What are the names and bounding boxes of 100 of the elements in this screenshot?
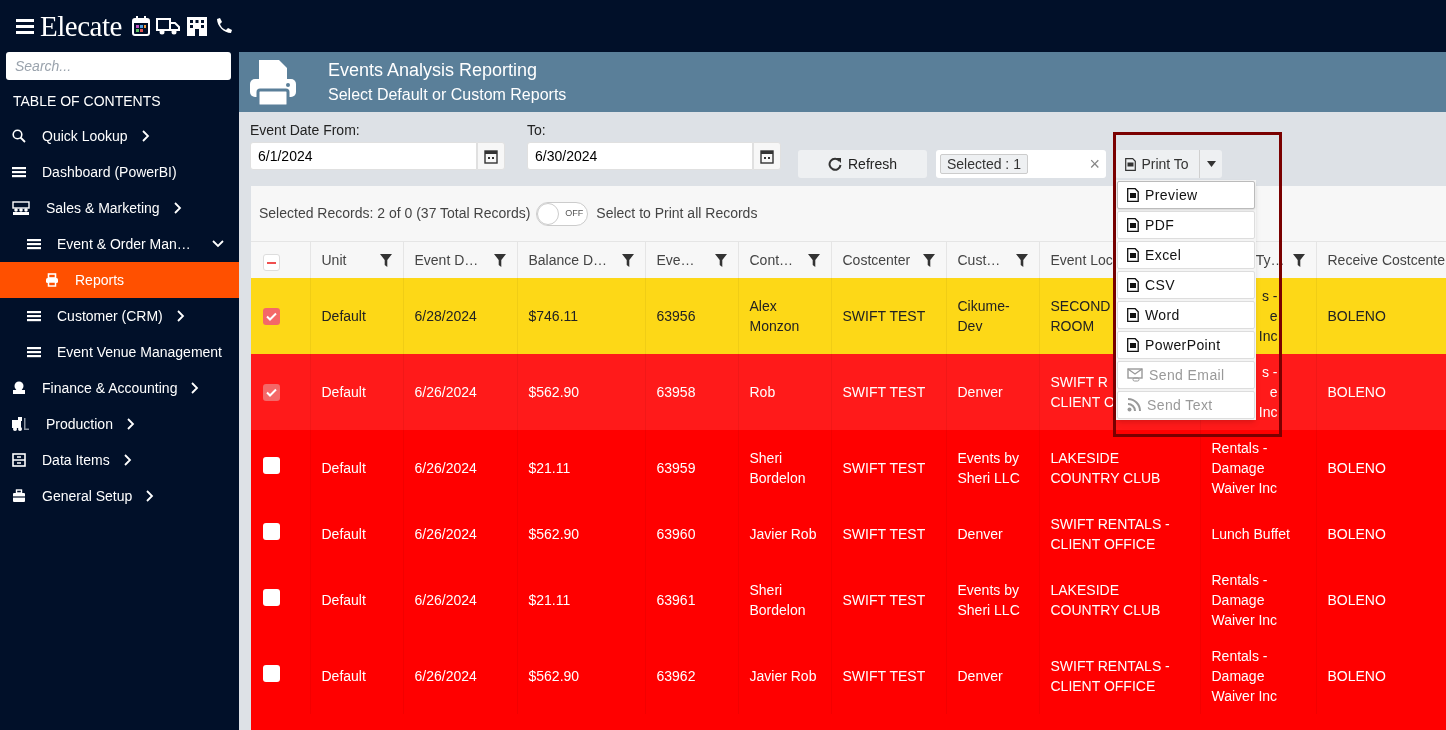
table-cell: Sheri Bordelon [749,450,806,486]
page-title: Events Analysis Reporting [328,59,539,81]
table-cell: s - e Inc [1258,288,1278,344]
forklift-icon [12,417,30,431]
chevron-down-icon[interactable] [212,238,224,250]
sidebar-item[interactable]: Dashboard (PowerBI) [0,154,239,190]
dropdown-button[interactable] [1200,150,1222,178]
table-cell: $562.90 [528,384,580,400]
logo[interactable]: Elecate [40,11,122,41]
table-row[interactable]: Default 6/26/2024 $21.11 63959 Sheri Bordelon SWIFT TEST Events by Sheri LLC LAKESIDE COUNTRY CLUB Rentals - Damage Waiver Inc BOLENO [251,430,1446,506]
calendar-icon[interactable] [760,148,774,164]
sidebar-item[interactable]: Event Venue Management [0,334,239,370]
menu-item[interactable]: CSV [1117,271,1255,299]
chevron-right-icon[interactable] [174,310,187,322]
table-cell: Alex Monzon [749,298,800,334]
print-to-button[interactable]: Print To [1115,150,1200,178]
filter-icon[interactable] [1292,253,1305,267]
table-cell: Events by Sheri LLC [957,450,1020,486]
table-cell: LAKESIDE COUNTRY CLUB [1050,582,1161,618]
selection-field[interactable]: Selected : 1 × [936,150,1106,178]
building-icon[interactable] [185,16,208,36]
filter-icon[interactable] [621,253,634,267]
date-field[interactable]: 6/30/2024 [527,142,753,170]
truck-icon[interactable] [155,16,180,36]
people-icon [12,201,30,215]
date-field[interactable]: 6/1/2024 [250,142,477,170]
row-checkbox[interactable] [263,588,280,606]
menu-item[interactable]: Excel [1117,241,1255,269]
calendar-icon[interactable] [484,148,498,164]
calendar-icon[interactable] [131,16,150,36]
menu-icon [27,309,41,323]
filter-icon[interactable] [714,253,727,267]
table-cell: Rentals - Damage Waiver Inc [1211,440,1278,496]
filter-icon[interactable] [493,253,506,267]
table-row[interactable]: Default 6/26/2024 $562.90 63962 Javier Rob SWIFT TEST Denver SWIFT RENTALS - CLIENT OFFICE Rentals - Damage Waiver Inc BOLENO [251,638,1446,714]
menu-icon [12,165,26,179]
table-cell: BOLENO [1327,308,1386,324]
table-cell: LAKESIDE COUNTRY CLUB [1050,450,1161,486]
sidebar-heading: TABLE OF CONTENTS [12,92,162,111]
table-cell: SWIFT TEST [842,592,926,608]
table-cell: Default [321,526,366,542]
sidebar-item[interactable]: Quick Lookup [0,118,239,154]
document-icon [1127,308,1139,322]
print-all-toggle[interactable]: OFF [536,201,589,226]
row-checkbox[interactable] [263,456,280,474]
row-checkbox[interactable] [263,664,280,682]
menu-icon [27,345,41,359]
menu-item[interactable]: Preview [1117,181,1255,209]
sidebar-item[interactable]: Finance & Accounting [0,370,239,406]
chevron-right-icon[interactable] [124,418,137,430]
search-field[interactable]: Search... [6,52,231,80]
select-all-checkbox[interactable] [263,254,280,272]
sidebar-item[interactable]: Event & Order Man… [0,226,239,262]
table-cell: Default [321,384,366,400]
table-row[interactable]: Default 6/26/2024 $562.90 63960 Javier Rob SWIFT TEST Denver SWIFT RENTALS - CLIENT OFFICE Lunch Buffet BOLENO [251,506,1446,562]
menu-item[interactable]: Word [1117,301,1255,329]
filter-icon[interactable] [807,253,820,267]
table-cell: 63959 [656,460,696,476]
menu-icon[interactable] [16,18,34,34]
table-cell: Rentals - Damage Waiver Inc [1211,572,1278,628]
table-cell: Default [321,592,366,608]
table-cell: 6/26/2024 [414,592,477,608]
cabinet-icon [12,453,26,467]
table-cell: SWIFT TEST [842,668,926,684]
refresh-button[interactable]: Refresh [798,150,927,178]
table-cell: Default [321,668,366,684]
sidebar-item[interactable]: Sales & Marketing [0,190,239,226]
filter-icon[interactable] [379,253,392,267]
menu-item[interactable]: PowerPoint [1117,331,1255,359]
table-cell: Javier Rob [749,526,817,542]
table-cell: Rob [749,384,776,400]
row-checkbox[interactable] [263,522,280,540]
chevron-right-icon[interactable] [139,130,152,142]
sidebar-item[interactable]: Customer (CRM) [0,298,239,334]
row-checkbox[interactable] [263,307,280,325]
table-cell: $21.11 [528,592,571,608]
table-cell: 6/28/2024 [414,308,477,324]
table-cell: SWIFT RENTALS - CLIENT OFFICE [1050,658,1170,694]
sidebar-item[interactable]: Production [0,406,239,442]
selected-tag: Selected : 1 [940,154,1028,174]
document-icon [1127,188,1139,202]
table-cell: BOLENO [1327,460,1386,476]
sidebar-item[interactable]: General Setup [0,478,239,514]
table-cell: SWIFT TEST [842,460,926,476]
filter-icon[interactable] [1015,253,1028,267]
table-cell: Denver [957,668,1003,684]
table-row[interactable]: Default 6/26/2024 $21.11 63961 Sheri Bordelon SWIFT TEST Events by Sheri LLC LAKESIDE COUNTRY CLUB Rentals - Damage Waiver Inc BOLENO [251,562,1446,638]
filter-icon[interactable] [922,253,935,267]
table-cell: 63960 [656,526,696,542]
calendar-button[interactable] [477,142,505,170]
calendar-button[interactable] [753,142,781,170]
chevron-right-icon[interactable] [121,454,134,466]
table-cell: Events by Sheri LLC [957,582,1020,618]
row-checkbox[interactable] [263,383,280,401]
clear-button[interactable]: × [1089,155,1100,173]
table-cell: $746.11 [528,308,579,324]
chevron-right-icon[interactable] [171,202,184,214]
menu-item[interactable]: PDF [1117,211,1255,239]
table-cell: SWIFT TEST [842,384,926,400]
sidebar-item[interactable]: Data Items [0,442,239,478]
